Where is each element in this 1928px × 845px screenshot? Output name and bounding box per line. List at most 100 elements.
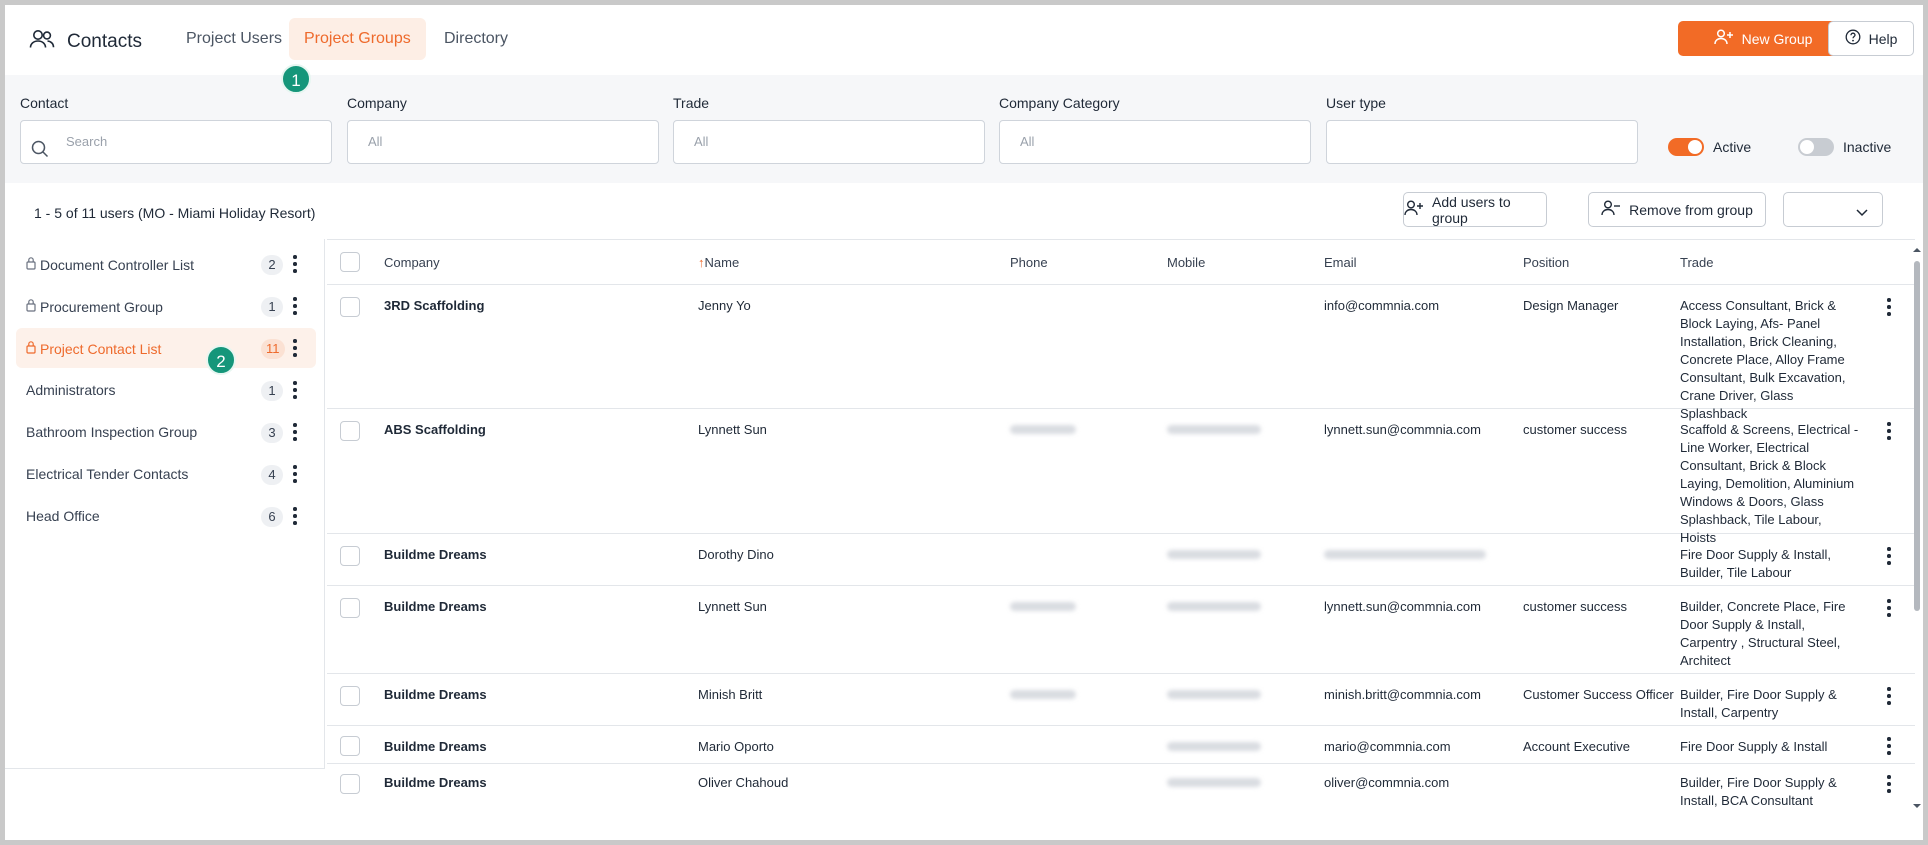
company-cell: Buildme Dreams [384,775,487,790]
tab-project-users[interactable]: Project Users [171,18,297,60]
row-checkbox[interactable] [340,297,360,317]
user-type-filter-input[interactable] [1326,120,1638,164]
trade-cell: Builder, Fire Door Supply & Install, Car… [1680,687,1837,720]
inactive-toggle-label: Inactive [1843,139,1892,155]
company-category-filter-input[interactable]: All [999,120,1311,164]
row-actions-icon[interactable] [1886,546,1892,566]
group-count-badge: 1 [261,297,283,317]
step-marker-1: 1 [281,64,311,94]
table-row[interactable]: Buildme Dreams Mario Oporto mario@commni… [327,726,1915,764]
trade-cell: Fire Door Supply & Install [1680,739,1828,754]
column-header-position[interactable]: Position [1523,255,1569,270]
more-options-icon[interactable] [292,464,298,484]
table-row[interactable]: Buildme Dreams Dorothy Dino Fire Door Su… [327,534,1915,586]
column-options-dropdown[interactable] [1783,192,1883,227]
active-toggle[interactable] [1668,138,1704,156]
row-actions-icon[interactable] [1886,686,1892,706]
position-cell: Account Executive [1523,739,1630,754]
column-header-mobile[interactable]: Mobile [1167,255,1205,270]
name-cell: Dorothy Dino [698,547,774,562]
company-filter-input[interactable]: All [347,120,659,164]
table-row[interactable]: ABS Scaffolding Lynnett Sun lynnett.sun@… [327,409,1915,545]
add-users-to-group-button[interactable]: Add users to group [1403,192,1547,227]
group-count-badge: 6 [261,507,283,527]
trade-filter-input[interactable]: All [673,120,985,164]
row-checkbox[interactable] [340,598,360,618]
company-cell: Buildme Dreams [384,599,487,614]
group-item-head-office[interactable]: Head Office 6 [16,496,316,536]
help-button[interactable]: Help [1828,21,1914,56]
group-label: Procurement Group [40,298,163,315]
tab-directory[interactable]: Directory [429,18,523,60]
row-checkbox[interactable] [340,774,360,794]
row-actions-icon[interactable] [1886,736,1892,756]
name-cell: Mario Oporto [698,739,774,754]
remove-user-icon [1601,200,1621,219]
tab-project-groups[interactable]: Project Groups [289,18,426,60]
trade-cell: Scaffold & Screens, Electrical - Line Wo… [1680,422,1859,545]
lock-icon [26,298,36,315]
contacts-icon [29,29,55,54]
contact-search-input[interactable]: Search [20,120,332,164]
group-label: Head Office [26,508,100,524]
column-header-phone[interactable]: Phone [1010,255,1048,270]
inactive-toggle[interactable] [1798,138,1834,156]
group-label: Administrators [26,382,116,398]
row-checkbox[interactable] [340,546,360,566]
table-row[interactable]: Buildme Dreams Minish Britt minish.britt… [327,674,1915,726]
group-item-procurement-group[interactable]: Procurement Group 1 [16,286,316,326]
table-row[interactable]: Buildme Dreams Lynnett Sun lynnett.sun@c… [327,586,1915,674]
row-checkbox[interactable] [340,736,360,756]
more-options-icon[interactable] [292,380,298,400]
name-cell: Oliver Chahoud [698,775,789,790]
column-header-trade[interactable]: Trade [1680,255,1713,270]
position-cell: Customer Success Officer [1523,687,1674,702]
email-cell: info@commnia.com [1324,298,1440,313]
scroll-down-icon[interactable] [1913,797,1921,815]
row-actions-icon[interactable] [1886,421,1892,441]
search-icon [31,133,49,175]
name-cell: Lynnett Sun [698,422,767,437]
phone-cell-redacted [1010,690,1076,699]
company-cell: Buildme Dreams [384,547,487,562]
new-group-button[interactable]: New Group [1678,21,1848,56]
remove-from-group-button[interactable]: Remove from group [1588,192,1766,227]
lock-icon [26,340,36,357]
group-item-document-controller-list[interactable]: Document Controller List 2 [16,244,316,284]
row-checkbox[interactable] [340,686,360,706]
row-checkbox[interactable] [340,421,360,441]
column-header-email[interactable]: Email [1324,255,1357,270]
more-options-icon[interactable] [292,422,298,442]
name-cell: Minish Britt [698,687,763,702]
active-toggle-label: Active [1713,139,1752,155]
group-item-bathroom-inspection-group[interactable]: Bathroom Inspection Group 3 [16,412,316,452]
brand: Contacts [29,29,142,54]
more-options-icon[interactable] [292,338,298,358]
group-item-administrators[interactable]: Administrators 1 [16,370,316,410]
remove-label: Remove from group [1629,201,1753,218]
user-type-filter-label: User type [1326,95,1386,111]
add-user-icon [1713,29,1734,48]
more-options-icon[interactable] [292,296,298,316]
more-options-icon[interactable] [292,506,298,526]
group-label: Electrical Tender Contacts [26,466,189,482]
scrollbar-thumb[interactable] [1914,261,1920,611]
more-options-icon[interactable] [292,254,298,274]
row-actions-icon[interactable] [1886,297,1892,317]
group-item-electrical-tender-contacts[interactable]: Electrical Tender Contacts 4 [16,454,316,494]
column-header-company[interactable]: Company [384,255,440,270]
mobile-cell-redacted [1167,778,1261,787]
row-actions-icon[interactable] [1886,774,1892,794]
company-cell: Buildme Dreams [384,687,487,702]
table-row[interactable]: 3RD Scaffolding Jenny Yo info@commnia.co… [327,285,1915,421]
select-all-checkbox[interactable] [340,252,360,272]
row-actions-icon[interactable] [1886,598,1892,618]
group-count-badge: 11 [261,339,285,359]
table-row[interactable]: Buildme Dreams Oliver Chahoud oliver@com… [327,764,1915,807]
table-scrollbar[interactable] [1911,241,1923,808]
new-group-label: New Group [1741,30,1813,47]
scroll-up-icon[interactable] [1913,241,1921,259]
column-header-name-label: Name [704,255,740,270]
group-item-project-contact-list[interactable]: Project Contact List 11 [16,328,316,368]
column-header-name[interactable]: ↑Name [698,255,739,270]
